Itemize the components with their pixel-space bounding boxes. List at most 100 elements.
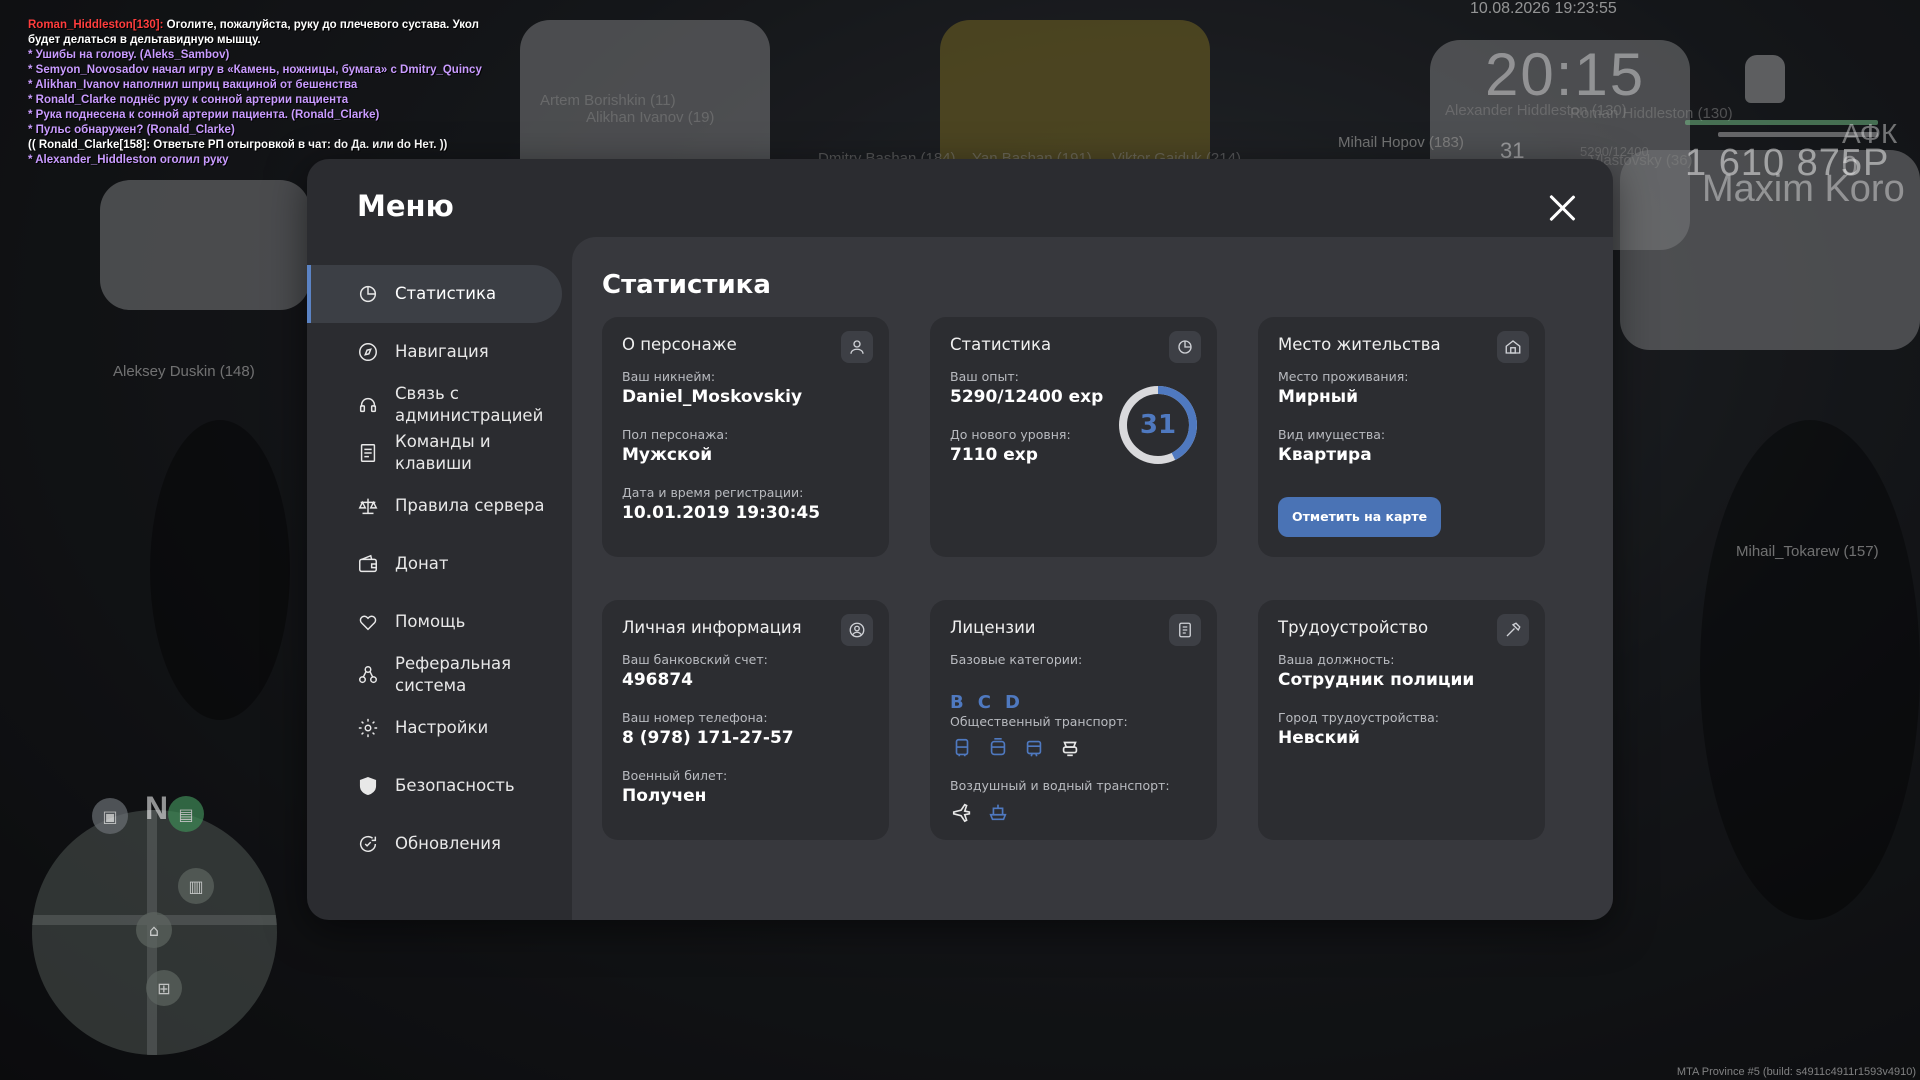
air-water-transport-row bbox=[950, 800, 1010, 824]
chat-message: * Ушибы на голову. (Aleks_Sambov) bbox=[28, 49, 230, 61]
chat-line: * Пульс обнаружен? (Ronald_Clarke) bbox=[28, 123, 518, 138]
chat-line: (( Ronald_Clarke[158]: Ответьте РП отыгр… bbox=[28, 138, 518, 153]
license-category-c: C bbox=[977, 692, 991, 713]
menu-title: Меню bbox=[357, 189, 454, 223]
chat-line: будет делаться в дельтавидную мышцу. bbox=[28, 33, 518, 48]
bank-icon: ⊞ bbox=[146, 970, 182, 1006]
sidebar-item-label: Связь с администрацией bbox=[395, 384, 544, 425]
chat-message: * Semyon_Novosadov начал игру в «Камень,… bbox=[28, 64, 482, 76]
train-icon: ▥ bbox=[178, 868, 214, 904]
license-categories: B C D bbox=[950, 692, 1020, 713]
menu-sidebar: Статистика Навигация Связь с администрацие… bbox=[307, 265, 562, 873]
fist-icon bbox=[1745, 55, 1785, 103]
sidebar-item-label: Помощь bbox=[395, 612, 466, 631]
gear-icon bbox=[357, 717, 379, 739]
sidebar-item-wallet[interactable]: Донат bbox=[307, 535, 562, 593]
chat-line: * Alikhan_Ivanov наполнил шприц вакциной… bbox=[28, 78, 518, 93]
work-city-value: Невский bbox=[1278, 728, 1360, 748]
sidebar-item-headset[interactable]: Связь с администрацией bbox=[307, 381, 562, 429]
sidebar-item-scales[interactable]: Правила сервера bbox=[307, 477, 562, 535]
field-label: Ваша должность: bbox=[1278, 652, 1395, 667]
refresh-check-icon bbox=[357, 833, 379, 855]
scales-icon bbox=[357, 495, 379, 517]
card-title: Статистика bbox=[950, 335, 1052, 354]
user-icon bbox=[841, 331, 873, 363]
sidebar-item-gear[interactable]: Настройки bbox=[307, 699, 562, 757]
pie-chart-icon bbox=[357, 283, 379, 305]
sidebar-item-heart-hands[interactable]: Помощь bbox=[307, 593, 562, 651]
field-label: Вид имущества: bbox=[1278, 427, 1386, 442]
chat-message: * Рука поднесена к сонной артерии пациен… bbox=[28, 109, 380, 121]
field-label: Ваш номер телефона: bbox=[622, 710, 768, 725]
sidebar-item-referral[interactable]: Реферальная система bbox=[307, 651, 562, 699]
chat-message: будет делаться в дельтавидную мышцу. bbox=[28, 34, 261, 46]
compass-icon bbox=[357, 341, 379, 363]
residence-card: Место жительства Место проживания: Мирны… bbox=[1258, 317, 1545, 557]
pie-chart-icon bbox=[1169, 331, 1201, 363]
exp-value: 5290/12400 exp bbox=[950, 387, 1104, 407]
chat-message: (( Ronald_Clarke[158]: Ответьте РП отыгр… bbox=[28, 139, 448, 151]
card-title: О персонаже bbox=[622, 335, 737, 354]
sidebar-item-shield[interactable]: Безопасность bbox=[307, 757, 562, 815]
sidebar-item-document[interactable]: Команды и клавиши bbox=[307, 429, 562, 477]
shield-icon bbox=[357, 775, 379, 797]
north-indicator: N bbox=[145, 790, 169, 826]
user-circle-icon bbox=[841, 614, 873, 646]
license-category-b: B bbox=[950, 692, 964, 713]
home-icon: ⌂ bbox=[136, 912, 172, 948]
sidebar-item-compass[interactable]: Навигация bbox=[307, 323, 562, 381]
employment-card: Трудоустройство Ваша должность: Сотрудни… bbox=[1258, 600, 1545, 840]
card-title: Трудоустройство bbox=[1278, 618, 1429, 637]
plane-icon bbox=[950, 800, 974, 824]
military-id-value: Получен bbox=[622, 786, 707, 806]
chat-line: * Ушибы на голову. (Aleks_Sambov) bbox=[28, 48, 518, 63]
sidebar-item-label: Команды и клавиши bbox=[395, 432, 491, 473]
close-button[interactable] bbox=[1545, 191, 1579, 225]
card-title: Личная информация bbox=[622, 618, 802, 637]
phone-value: 8 (978) 171-27-57 bbox=[622, 728, 794, 748]
chat-message: * Alexander_Hiddleston оголил руку bbox=[28, 154, 229, 166]
tram-icon bbox=[1022, 736, 1046, 760]
field-label: Город трудоустройства: bbox=[1278, 710, 1440, 725]
sidebar-item-label: Донат bbox=[395, 554, 449, 573]
referral-icon bbox=[357, 664, 379, 686]
sidebar-item-label: Статистика bbox=[395, 284, 497, 303]
heart-hands-icon bbox=[357, 611, 379, 633]
sidebar-item-refresh-check[interactable]: Обновления bbox=[307, 815, 562, 873]
chat-message: * Пульс обнаружен? (Ronald_Clarke) bbox=[28, 124, 235, 136]
registration-value: 10.01.2019 19:30:45 bbox=[622, 503, 821, 523]
bus-icon bbox=[950, 736, 974, 760]
chat-sender: Roman_Hiddleston[130]: bbox=[28, 19, 164, 31]
sidebar-item-label: Реферальная система bbox=[395, 654, 512, 695]
hud-player-name: Maxim Koro bbox=[1702, 168, 1905, 210]
chat-line: Roman_Hiddleston[130]: Оголите, пожалуйс… bbox=[28, 18, 518, 33]
sidebar-item-pie-chart[interactable]: Статистика bbox=[307, 265, 562, 323]
property-type-value: Квартира bbox=[1278, 445, 1372, 465]
license-category-d: D bbox=[1004, 692, 1020, 713]
boat-icon bbox=[986, 800, 1010, 824]
card-title: Место жительства bbox=[1278, 335, 1441, 354]
character-card: О персонаже Ваш никнейм: Daniel_Moskovsk… bbox=[602, 317, 889, 557]
field-label: Воздушный и водный транспорт: bbox=[950, 778, 1170, 793]
sidebar-item-label: Правила сервера bbox=[395, 496, 545, 515]
field-label: Ваш банковский счет: bbox=[622, 652, 768, 667]
field-label: Ваш опыт: bbox=[950, 369, 1019, 384]
chat-log: Roman_Hiddleston[130]: Оголите, пожалуйс… bbox=[28, 18, 518, 168]
license-icon bbox=[1169, 614, 1201, 646]
hud-clock: 20:15 bbox=[1485, 41, 1646, 108]
menu-modal: Меню Статистика Навигация Связь с админист… bbox=[307, 159, 1613, 920]
taxi-icon bbox=[1058, 736, 1082, 760]
hud-datetime: 10.08.2026 19:23:55 bbox=[1470, 0, 1617, 17]
hammer-icon bbox=[1497, 614, 1529, 646]
card-title: Лицензии bbox=[950, 618, 1036, 637]
chat-line: * Ronald_Clarke поднёс руку к сонной арт… bbox=[28, 93, 518, 108]
sidebar-item-label: Обновления bbox=[395, 834, 501, 853]
car-icon: ▣ bbox=[92, 798, 128, 834]
mark-on-map-button[interactable]: Отметить на карте bbox=[1278, 497, 1442, 537]
personal-info-card: Личная информация Ваш банковский счет: 4… bbox=[602, 600, 889, 840]
build-info: MTA Province #5 (build: s4911c4911r1593v… bbox=[1676, 1066, 1916, 1078]
sidebar-item-label: Навигация bbox=[395, 342, 489, 361]
field-label: Военный билет: bbox=[622, 768, 728, 783]
chat-line: * Рука поднесена к сонной артерии пациен… bbox=[28, 108, 518, 123]
sidebar-item-label: Безопасность bbox=[395, 776, 515, 795]
